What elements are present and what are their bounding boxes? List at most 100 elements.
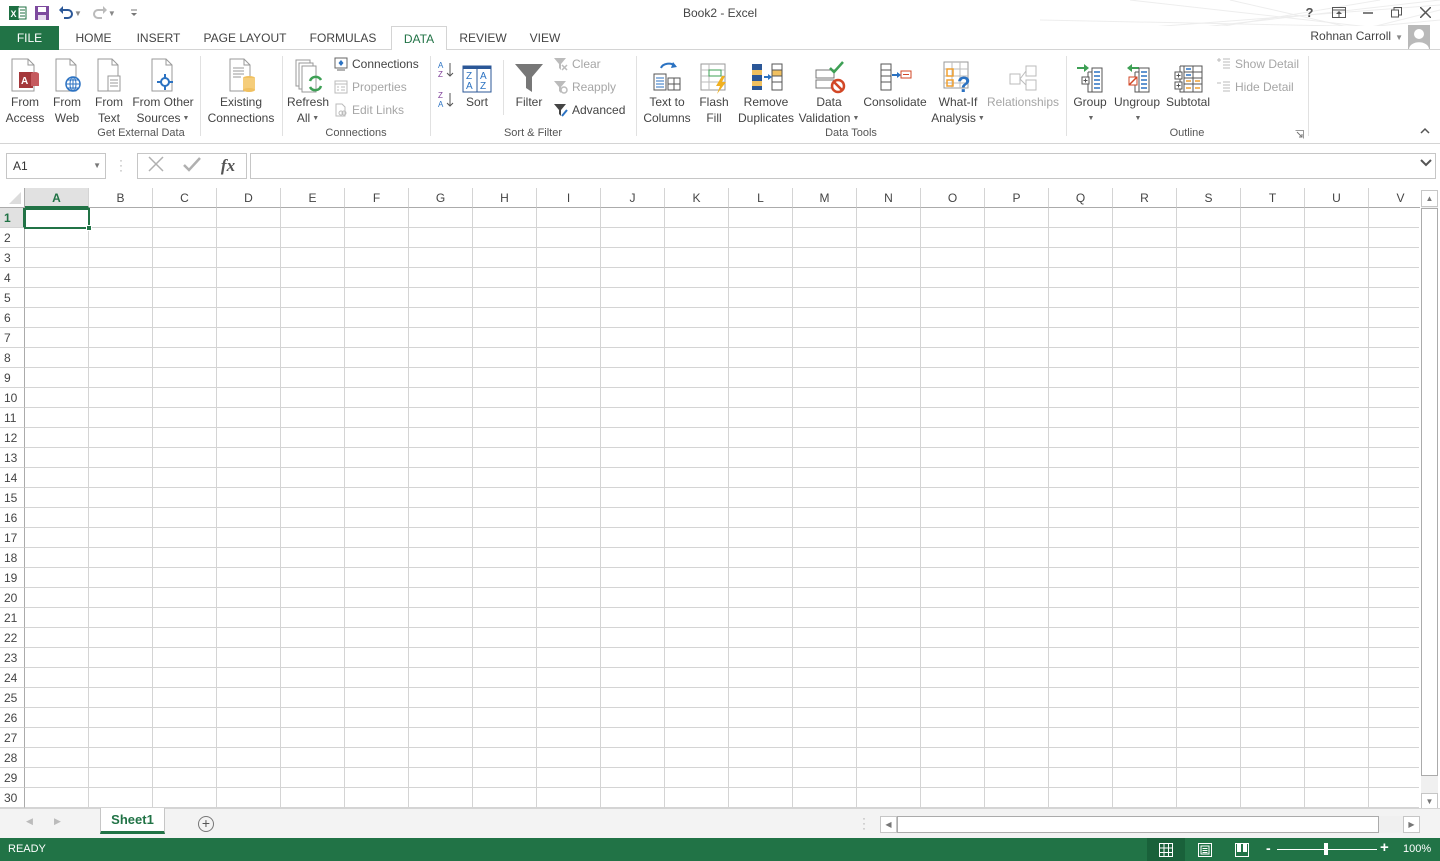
- row-header-16[interactable]: 16: [0, 508, 25, 528]
- scroll-right-button[interactable]: ▶: [1403, 816, 1420, 833]
- tab-file[interactable]: FILE: [0, 26, 59, 50]
- consolidate-button[interactable]: Consolidate: [862, 54, 928, 110]
- cells-area[interactable]: [25, 208, 1419, 808]
- row-header-18[interactable]: 18: [0, 548, 25, 568]
- close-button[interactable]: [1411, 0, 1440, 24]
- column-header-r[interactable]: R: [1113, 188, 1177, 208]
- zoom-slider[interactable]: - +: [1266, 838, 1390, 861]
- next-sheet-button[interactable]: ▶: [54, 816, 61, 827]
- collapse-ribbon-button[interactable]: [1420, 126, 1430, 137]
- advanced-filter-button[interactable]: Advanced: [554, 100, 625, 120]
- row-header-6[interactable]: 6: [0, 308, 25, 328]
- row-header-10[interactable]: 10: [0, 388, 25, 408]
- from-other-sources-button[interactable]: From Other Sources ▼: [130, 54, 196, 127]
- column-header-p[interactable]: P: [985, 188, 1049, 208]
- insert-function-button[interactable]: fx: [210, 156, 246, 176]
- row-header-3[interactable]: 3: [0, 248, 25, 268]
- tab-home[interactable]: HOME: [66, 26, 121, 50]
- column-header-u[interactable]: U: [1305, 188, 1369, 208]
- row-header-22[interactable]: 22: [0, 628, 25, 648]
- column-header-s[interactable]: S: [1177, 188, 1241, 208]
- ungroup-button[interactable]: Ungroup ▼: [1112, 54, 1162, 127]
- tab-insert[interactable]: INSERT: [130, 26, 187, 50]
- column-header-m[interactable]: M: [793, 188, 857, 208]
- column-header-f[interactable]: F: [345, 188, 409, 208]
- row-header-27[interactable]: 27: [0, 728, 25, 748]
- show-detail-button[interactable]: Show Detail: [1217, 54, 1299, 74]
- column-header-d[interactable]: D: [217, 188, 281, 208]
- active-cell-a1[interactable]: [24, 208, 92, 231]
- reapply-button[interactable]: Reapply: [554, 77, 616, 97]
- existing-connections-button[interactable]: Existing Connections: [205, 54, 277, 126]
- minimize-button[interactable]: [1353, 0, 1382, 24]
- row-header-4[interactable]: 4: [0, 268, 25, 288]
- expand-formula-bar-button[interactable]: [1420, 158, 1432, 170]
- relationships-button[interactable]: Relationships: [986, 54, 1060, 110]
- data-validation-button[interactable]: Data Validation ▼: [797, 54, 861, 127]
- tab-view[interactable]: VIEW: [522, 26, 568, 50]
- row-header-19[interactable]: 19: [0, 568, 25, 588]
- column-header-g[interactable]: G: [409, 188, 473, 208]
- fill-handle[interactable]: [86, 225, 92, 231]
- zoom-in-button[interactable]: +: [1380, 839, 1389, 856]
- row-header-7[interactable]: 7: [0, 328, 25, 348]
- row-header-29[interactable]: 29: [0, 768, 25, 788]
- avatar[interactable]: [1408, 25, 1430, 49]
- remove-duplicates-button[interactable]: Remove Duplicates: [737, 54, 795, 126]
- ribbon-display-options-button[interactable]: [1324, 0, 1353, 24]
- page-layout-view-button[interactable]: [1186, 838, 1224, 861]
- column-header-j[interactable]: J: [601, 188, 665, 208]
- horizontal-scroll-thumb[interactable]: [897, 816, 1379, 833]
- formula-bar-resize-handle[interactable]: · · ·: [119, 154, 123, 176]
- column-header-h[interactable]: H: [473, 188, 537, 208]
- from-text-button[interactable]: From Text: [92, 54, 126, 126]
- sort-z-to-a-button[interactable]: ZA: [437, 90, 455, 110]
- row-header-9[interactable]: 9: [0, 368, 25, 388]
- filter-button[interactable]: Filter: [511, 54, 547, 110]
- confirm-entry-button[interactable]: [174, 156, 210, 177]
- zoom-out-button[interactable]: -: [1266, 840, 1271, 856]
- row-header-26[interactable]: 26: [0, 708, 25, 728]
- connections-button[interactable]: Connections: [334, 54, 419, 74]
- row-header-21[interactable]: 21: [0, 608, 25, 628]
- horizontal-scrollbar[interactable]: ◀ ▶: [880, 816, 1420, 833]
- column-header-i[interactable]: I: [537, 188, 601, 208]
- tab-formulas[interactable]: FORMULAS: [303, 26, 383, 50]
- column-header-l[interactable]: L: [729, 188, 793, 208]
- cancel-entry-button[interactable]: [138, 155, 174, 177]
- restore-button[interactable]: [1382, 0, 1411, 24]
- row-header-5[interactable]: 5: [0, 288, 25, 308]
- sort-a-to-z-button[interactable]: AZ: [437, 60, 455, 80]
- hide-detail-button[interactable]: Hide Detail: [1217, 77, 1294, 97]
- column-header-v[interactable]: V: [1369, 188, 1420, 208]
- page-break-preview-button[interactable]: [1223, 838, 1261, 861]
- name-box[interactable]: A1 ▼: [6, 153, 106, 179]
- column-header-e[interactable]: E: [281, 188, 345, 208]
- row-header-2[interactable]: 2: [0, 228, 25, 248]
- column-header-t[interactable]: T: [1241, 188, 1305, 208]
- refresh-all-button[interactable]: Refresh All ▼: [286, 54, 330, 127]
- tab-page-layout[interactable]: PAGE LAYOUT: [196, 26, 294, 50]
- vertical-scrollbar[interactable]: ▲ ▼: [1421, 190, 1438, 810]
- outline-dialog-launcher-icon[interactable]: [1295, 130, 1304, 139]
- edit-links-button[interactable]: Edit Links: [334, 100, 404, 120]
- column-header-c[interactable]: C: [153, 188, 217, 208]
- vertical-scroll-thumb[interactable]: [1421, 208, 1438, 776]
- sort-button[interactable]: ZAAZ Sort: [461, 54, 493, 110]
- user-account[interactable]: Rohnan Carroll ▼: [1310, 29, 1403, 43]
- chevron-down-icon[interactable]: ▼: [93, 154, 101, 178]
- zoom-level[interactable]: 100%: [1403, 843, 1431, 855]
- row-header-15[interactable]: 15: [0, 488, 25, 508]
- help-button[interactable]: ?: [1295, 0, 1324, 24]
- select-all-button[interactable]: [0, 188, 25, 208]
- column-header-b[interactable]: B: [89, 188, 153, 208]
- clear-filter-button[interactable]: Clear: [554, 54, 601, 74]
- what-if-analysis-button[interactable]: ? What-If Analysis ▼: [930, 54, 986, 127]
- column-header-o[interactable]: O: [921, 188, 985, 208]
- formula-input[interactable]: [250, 153, 1436, 179]
- row-header-25[interactable]: 25: [0, 688, 25, 708]
- row-header-30[interactable]: 30: [0, 788, 25, 808]
- normal-view-button[interactable]: [1147, 838, 1185, 861]
- prev-sheet-button[interactable]: ◀: [26, 816, 33, 827]
- column-header-q[interactable]: Q: [1049, 188, 1113, 208]
